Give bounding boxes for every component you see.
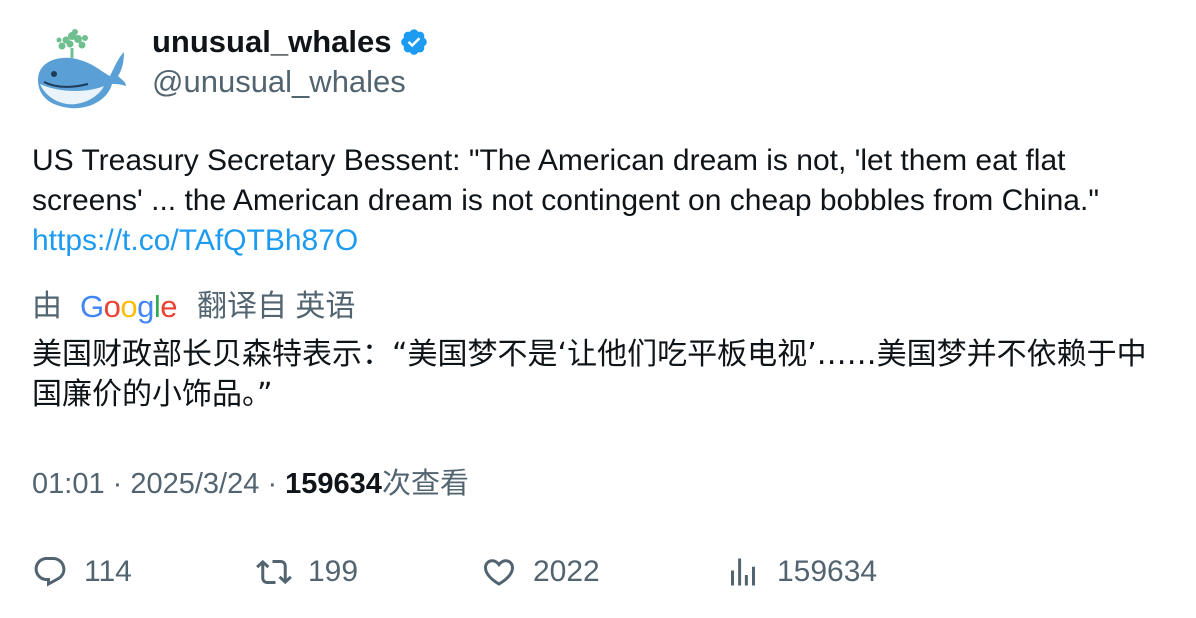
- tweet-meta: 01:01 · 2025/3/24 · 159634次查看: [32, 464, 469, 504]
- translation-attribution: 由 Google 翻译自 英语: [32, 287, 355, 327]
- translation-source-label: 翻译自 英语: [197, 290, 356, 323]
- views-count: 159634: [777, 555, 878, 588]
- action-bar: 114 199 2022 159634: [32, 552, 1162, 592]
- reply-icon: [34, 557, 66, 587]
- author-handle[interactable]: @unusual_whales: [152, 62, 406, 102]
- meta-separator: ·: [112, 468, 131, 500]
- translation-by-label: 由: [32, 290, 62, 323]
- avatar[interactable]: [32, 26, 128, 114]
- views-button[interactable]: 159634: [725, 552, 877, 592]
- reply-button[interactable]: 114: [32, 552, 132, 592]
- whale-avatar-icon: [38, 29, 126, 109]
- views-icon: [731, 558, 755, 586]
- like-button[interactable]: 2022: [481, 552, 600, 592]
- like-count: 2022: [533, 555, 600, 588]
- tweet-body: US Treasury Secretary Bessent: "The Amer…: [32, 144, 1099, 217]
- google-logo: Google: [80, 289, 178, 324]
- retweet-button[interactable]: 199: [256, 552, 358, 592]
- tweet-time[interactable]: 01:01: [32, 468, 105, 500]
- reply-count: 114: [84, 555, 132, 588]
- like-icon: [483, 559, 515, 586]
- tweet-date[interactable]: 2025/3/24: [130, 468, 259, 500]
- meta-views-label: 次查看: [381, 468, 469, 500]
- author-name-row[interactable]: unusual_whales: [152, 22, 429, 62]
- retweet-count: 199: [308, 555, 359, 588]
- translated-text: 美国财政部长贝森特表示：“美国梦不是‘让他们吃平板电视’……美国梦并不依赖于中国…: [32, 337, 1147, 412]
- verified-badge-icon: [399, 27, 429, 57]
- author-display-name[interactable]: unusual_whales: [152, 22, 391, 62]
- meta-views-count: 159634: [285, 468, 382, 500]
- tweet-text: US Treasury Secretary Bessent: "The Amer…: [32, 141, 1172, 261]
- meta-separator: ·: [267, 468, 286, 500]
- tweet-link[interactable]: https://t.co/TAfQTBh87O: [32, 224, 358, 257]
- retweet-icon: [256, 559, 292, 585]
